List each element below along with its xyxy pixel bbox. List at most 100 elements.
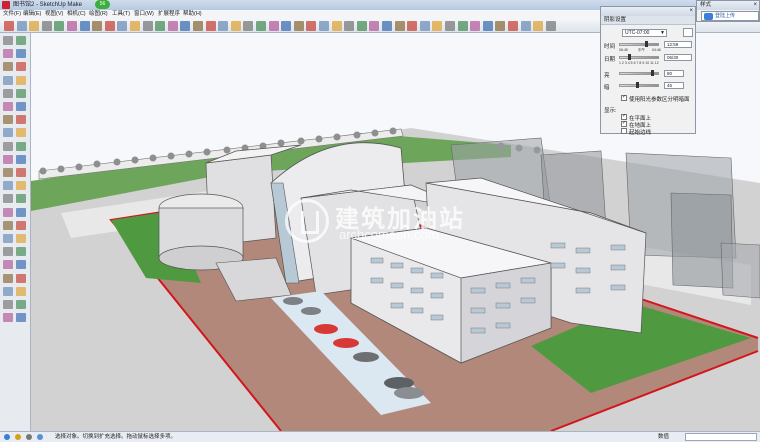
palette-rotate-icon[interactable] — [3, 88, 13, 98]
move-icon[interactable] — [92, 21, 103, 31]
palette-zoom-extents-icon[interactable] — [3, 181, 13, 191]
eraser-icon[interactable] — [16, 21, 27, 31]
upload-button[interactable]: 登陆上传 — [701, 11, 759, 21]
palette-top-view-icon[interactable] — [16, 194, 26, 204]
palette-3d-text-icon[interactable] — [3, 141, 13, 151]
paint-bucket-icon[interactable] — [218, 21, 229, 31]
shaded-texture-icon[interactable] — [432, 21, 443, 31]
zoom-icon[interactable] — [256, 21, 266, 31]
component-icon[interactable] — [508, 21, 518, 31]
style-panel-header[interactable]: 样式 × — [697, 1, 759, 10]
front-view-icon[interactable] — [331, 21, 342, 31]
sun-shading-checkbox[interactable] — [621, 94, 627, 101]
pan-icon[interactable] — [243, 21, 254, 31]
text-icon[interactable] — [180, 21, 191, 31]
share-model-icon[interactable] — [470, 21, 481, 31]
palette-rectangle-icon[interactable] — [16, 49, 26, 59]
top-view-icon[interactable] — [319, 21, 329, 31]
geo-location-icon[interactable] — [4, 434, 10, 440]
date-field[interactable]: 06/30 — [664, 54, 692, 61]
credits-icon[interactable] — [15, 434, 21, 440]
right-view-icon[interactable] — [344, 21, 355, 31]
zoom-extents-icon[interactable] — [281, 21, 292, 31]
palette-monochrome-icon[interactable] — [16, 260, 26, 270]
from-edges-checkbox[interactable] — [621, 128, 627, 134]
zoom-window-icon[interactable] — [268, 21, 279, 31]
offset-icon[interactable] — [130, 21, 140, 31]
cursor-icon[interactable] — [4, 21, 14, 31]
palette-component-icon[interactable] — [3, 300, 13, 309]
palette-paint-bucket-icon[interactable] — [16, 141, 26, 151]
menu-window[interactable]: 窗口(W) — [134, 10, 154, 19]
menu-draw[interactable]: 绘图(R) — [89, 10, 108, 19]
xray-icon[interactable] — [382, 21, 392, 31]
palette-shaded-icon[interactable] — [16, 247, 26, 257]
palette-protractor-icon[interactable] — [16, 115, 26, 125]
orbit-icon[interactable] — [230, 21, 241, 31]
dark-field[interactable]: 45 — [664, 82, 684, 89]
palette-layout-icon[interactable] — [16, 286, 26, 296]
push-pull-icon[interactable] — [79, 21, 90, 31]
menu-tools[interactable]: 工具(T) — [112, 10, 130, 19]
previous-view-icon[interactable] — [293, 21, 304, 31]
light-slider-thumb[interactable] — [651, 70, 654, 76]
palette-warehouse-icon[interactable] — [3, 273, 13, 283]
palette-pencil-icon[interactable] — [3, 49, 13, 59]
tape-measure-icon[interactable] — [142, 21, 153, 31]
panel-header[interactable]: × — [601, 7, 695, 16]
palette-share-model-icon[interactable] — [16, 273, 26, 283]
protractor-icon[interactable] — [167, 21, 178, 31]
extension-icon[interactable] — [482, 21, 493, 31]
circle-icon[interactable] — [54, 21, 65, 31]
palette-section-cut-icon[interactable] — [16, 313, 26, 323]
3d-text-icon[interactable] — [205, 21, 216, 31]
warehouse-icon[interactable] — [457, 21, 468, 31]
rectangle-icon[interactable] — [41, 21, 52, 31]
dark-slider-thumb[interactable] — [636, 82, 639, 88]
menu-file[interactable]: 文件(F) — [3, 10, 21, 19]
palette-zoom-window-icon[interactable] — [16, 168, 26, 177]
shadow-settings-header[interactable]: 阴影设置 — [601, 16, 695, 25]
dark-slider[interactable] — [619, 84, 659, 87]
dimension-icon[interactable] — [155, 21, 166, 31]
light-field[interactable]: 80 — [664, 70, 684, 77]
menu-view[interactable]: 视图(V) — [45, 10, 63, 19]
section-plane-icon[interactable] — [520, 21, 531, 31]
rotate-icon[interactable] — [104, 21, 115, 31]
axes-icon[interactable] — [193, 21, 203, 31]
measurements-input[interactable] — [685, 433, 757, 441]
palette-move-icon[interactable] — [16, 75, 26, 85]
hidden-line-icon[interactable] — [407, 21, 418, 31]
palette-push-pull-icon[interactable] — [3, 75, 13, 85]
on-ground-checkbox[interactable] — [621, 120, 627, 127]
notification-badge[interactable]: 56 — [95, 0, 110, 9]
palette-back-view-icon[interactable] — [3, 220, 13, 230]
palette-offset-icon[interactable] — [3, 102, 13, 111]
palette-previous-view-icon[interactable] — [16, 181, 26, 191]
help-icon[interactable] — [37, 434, 43, 440]
palette-wireframe-icon[interactable] — [16, 234, 26, 243]
close-icon[interactable]: × — [689, 7, 693, 16]
close-icon[interactable]: × — [753, 1, 757, 10]
palette-xray-icon[interactable] — [3, 234, 13, 243]
section-display-icon[interactable] — [533, 21, 544, 31]
pencil-icon[interactable] — [29, 21, 40, 31]
palette-arc-icon[interactable] — [16, 62, 26, 72]
palette-section-plane-icon[interactable] — [16, 300, 26, 309]
palette-tape-measure-icon[interactable] — [16, 102, 26, 111]
date-slider-thumb[interactable] — [628, 54, 631, 60]
back-view-icon[interactable] — [356, 21, 367, 31]
iso-view-icon[interactable] — [306, 21, 317, 31]
palette-axes-icon[interactable] — [16, 128, 26, 138]
section-cut-icon[interactable] — [545, 21, 556, 31]
time-slider[interactable] — [619, 43, 659, 46]
palette-iso-view-icon[interactable] — [3, 194, 13, 204]
wireframe-icon[interactable] — [394, 21, 405, 31]
user-icon[interactable] — [26, 434, 32, 440]
time-slider-thumb[interactable] — [645, 41, 648, 47]
palette-circle-icon[interactable] — [3, 62, 13, 72]
palette-shaded-texture-icon[interactable] — [3, 260, 13, 270]
menu-help[interactable]: 帮助(H) — [183, 10, 202, 19]
palette-text-icon[interactable] — [3, 128, 13, 138]
palette-eraser-icon[interactable] — [16, 36, 26, 45]
